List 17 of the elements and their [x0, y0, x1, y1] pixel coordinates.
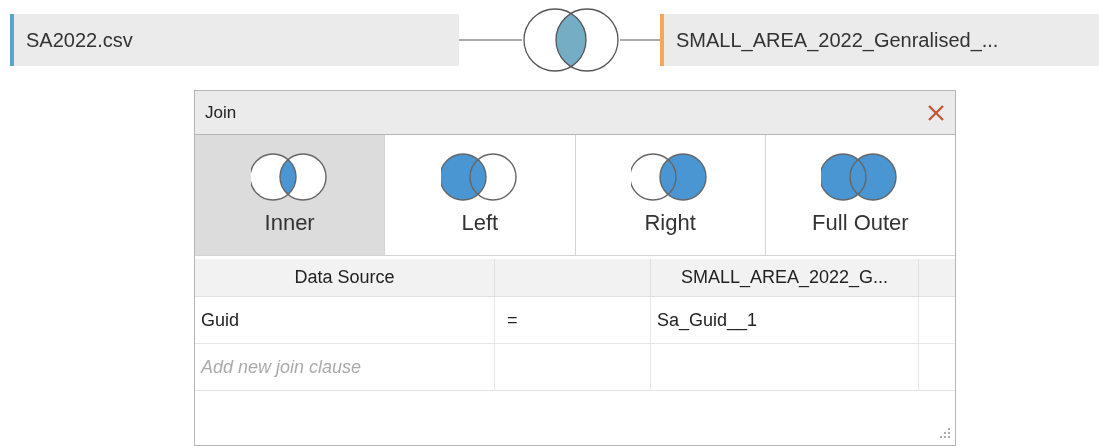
table-card[interactable]: SA2022.csv	[10, 14, 459, 66]
close-icon[interactable]	[927, 103, 945, 122]
dialog-title: Join	[205, 101, 237, 124]
table-cell: Sa_Guid__1	[651, 297, 919, 344]
operator-cell: =	[495, 297, 651, 344]
join-icon	[440, 151, 519, 202]
column-header	[919, 259, 955, 297]
table-card[interactable]: SMALL_AREA_2022_Genralised_...	[660, 14, 1099, 66]
join-icon[interactable]	[522, 7, 620, 73]
join-icon	[821, 151, 900, 202]
column-header: Data Source	[195, 259, 495, 297]
column-header: SMALL_AREA_2022_G...	[651, 259, 919, 297]
join-icon	[631, 151, 710, 202]
join-type-tab[interactable]: Inner	[195, 135, 386, 255]
table-cell: Guid	[195, 297, 495, 344]
resize-grip-icon[interactable]	[939, 427, 951, 439]
join-icon	[250, 151, 329, 202]
